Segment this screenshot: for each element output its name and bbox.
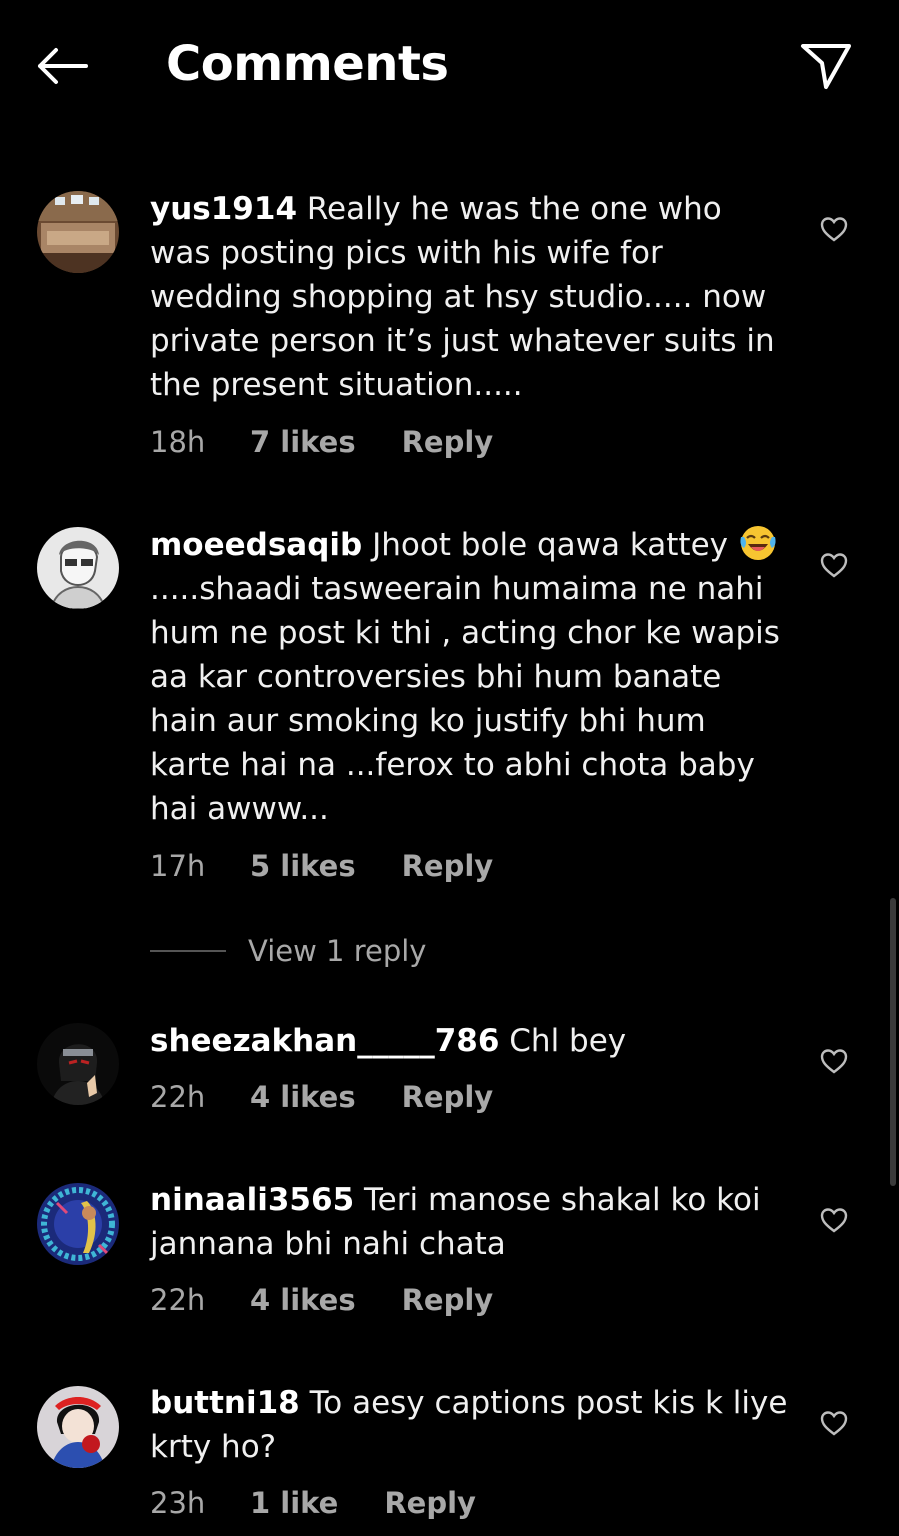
comment-meta: 22h 4 likes Reply [150, 1280, 493, 1320]
back-button[interactable] [30, 38, 94, 94]
avatar[interactable] [37, 1023, 119, 1105]
comment-likes[interactable]: 4 likes [250, 1283, 356, 1317]
scrollbar[interactable] [890, 898, 896, 1186]
comment-meta: 22h 4 likes Reply [150, 1077, 493, 1117]
avatar[interactable] [37, 1183, 119, 1265]
reply-button[interactable]: Reply [402, 1080, 494, 1114]
comment-likes[interactable]: 5 likes [250, 849, 356, 883]
comment-username[interactable]: buttni18 [150, 1385, 300, 1421]
comment-likes[interactable]: 7 likes [250, 425, 356, 459]
reply-button[interactable]: Reply [402, 425, 494, 459]
comment-username[interactable]: moeedsaqib [150, 527, 362, 563]
like-button[interactable] [818, 1407, 850, 1439]
avatar[interactable] [37, 191, 119, 273]
comment-username[interactable]: sheezakhan_____786 [150, 1023, 499, 1059]
comment-likes[interactable]: 4 likes [250, 1080, 356, 1114]
comment-text: Chl bey [509, 1023, 627, 1059]
comment-meta: 17h 5 likes Reply [150, 846, 493, 886]
comment-time: 23h [150, 1486, 206, 1520]
comment-meta: 23h 1 like Reply [150, 1483, 476, 1523]
heart-icon [820, 1049, 848, 1074]
heart-icon [820, 217, 848, 242]
comment-body: moeedsaqib Jhoot bole qawa kattey .....s… [150, 523, 790, 831]
comment-body: ninaali3565 Teri manose shakal ko koi ja… [150, 1178, 790, 1266]
comment-meta: 18h 7 likes Reply [150, 422, 493, 462]
header-bar: Comments [0, 0, 899, 130]
like-button[interactable] [818, 549, 850, 581]
heart-icon [820, 1411, 848, 1436]
comment-time: 18h [150, 425, 206, 459]
comment-likes[interactable]: 1 like [250, 1486, 338, 1520]
avatar[interactable] [37, 527, 119, 609]
comment-text: Jhoot bole qawa kattey [372, 527, 729, 563]
comment-time: 22h [150, 1283, 206, 1317]
comment-username[interactable]: yus1914 [150, 191, 297, 227]
comment-body: yus1914 Really he was the one who was po… [150, 187, 790, 407]
like-button[interactable] [818, 1204, 850, 1236]
reply-button[interactable]: Reply [402, 1283, 494, 1317]
share-button[interactable] [796, 36, 856, 96]
arrow-left-icon [38, 48, 88, 84]
divider-line [150, 950, 226, 952]
comment-username[interactable]: ninaali3565 [150, 1182, 354, 1218]
comment-body: buttni18 To aesy captions post kis k liy… [150, 1381, 790, 1469]
comment-time: 22h [150, 1080, 206, 1114]
view-replies-label: View 1 reply [248, 934, 427, 968]
comment-text-continued: .....shaadi tasweerain humaima ne nahi h… [150, 571, 780, 827]
laughing-tears-emoji-icon [740, 526, 776, 560]
reply-button[interactable]: Reply [402, 849, 494, 883]
like-button[interactable] [818, 213, 850, 245]
heart-icon [820, 1208, 848, 1233]
paper-plane-icon [801, 44, 851, 89]
avatar[interactable] [37, 1386, 119, 1468]
view-replies-button[interactable]: View 1 reply [150, 930, 426, 972]
like-button[interactable] [818, 1045, 850, 1077]
reply-button[interactable]: Reply [384, 1486, 476, 1520]
comment-time: 17h [150, 849, 206, 883]
comment-body: sheezakhan_____786 Chl bey [150, 1019, 790, 1063]
heart-icon [820, 553, 848, 578]
page-title: Comments [166, 36, 449, 92]
